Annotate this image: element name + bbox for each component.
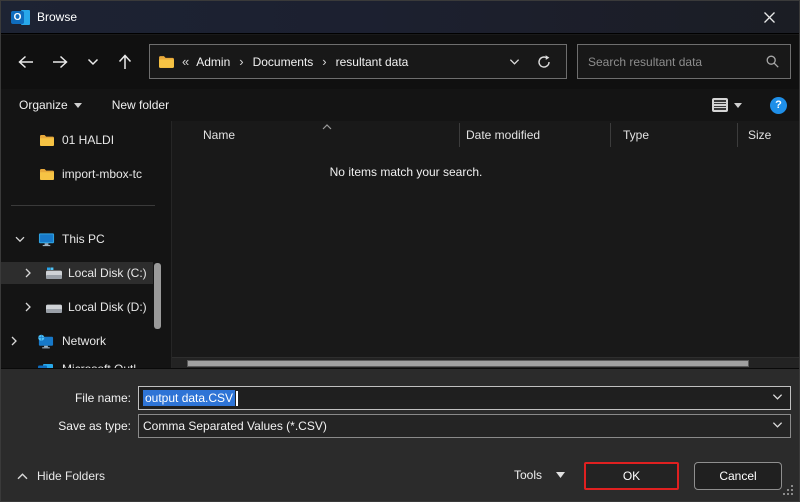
dropdown-triangle-icon <box>74 103 82 108</box>
chevron-right-icon[interactable] <box>11 336 17 346</box>
title-bar: O Browse <box>1 1 800 34</box>
chevron-down-icon[interactable] <box>15 236 25 243</box>
window-title: Browse <box>37 10 77 24</box>
column-separator[interactable] <box>459 123 460 147</box>
breadcrumb-item-admin[interactable]: Admin <box>196 55 230 69</box>
close-button[interactable] <box>746 1 792 34</box>
sidebar-item-this-pc[interactable]: This PC <box>1 228 153 250</box>
bottom-panel: File name: output data.CSV Save as type:… <box>1 368 800 502</box>
help-icon[interactable]: ? <box>770 97 787 114</box>
search-box[interactable] <box>577 44 791 79</box>
sidebar-item-01-haldi[interactable]: 01 HALDI <box>1 129 153 151</box>
sidebar-scrollbar[interactable] <box>154 263 161 329</box>
hide-folders-label: Hide Folders <box>37 469 105 483</box>
tools-dropdown[interactable]: Tools <box>514 464 565 486</box>
sidebar-divider <box>11 205 155 206</box>
disk-drive-icon <box>45 301 63 314</box>
computer-icon <box>38 232 55 247</box>
empty-list-message: No items match your search. <box>172 165 640 179</box>
sidebar-item-local-disk-d[interactable]: Local Disk (D:) <box>1 296 153 318</box>
close-icon <box>763 11 776 24</box>
forward-button[interactable] <box>46 48 74 76</box>
ok-button[interactable]: OK <box>584 462 679 490</box>
file-name-label: File name: <box>1 391 131 405</box>
breadcrumb-item-documents[interactable]: Documents <box>253 55 314 69</box>
sidebar-item-local-disk-c[interactable]: Local Disk (C:) <box>1 262 153 284</box>
sidebar-item-import-mbox[interactable]: import-mbox-tc <box>1 163 153 185</box>
file-name-input[interactable]: output data.CSV <box>138 386 791 410</box>
column-separator[interactable] <box>737 123 738 147</box>
chevron-right-icon: › <box>239 54 243 69</box>
navigation-pane: 01 HALDI import-mbox-tc <box>1 121 171 368</box>
chevron-right-icon[interactable] <box>25 302 31 312</box>
back-button[interactable] <box>12 48 40 76</box>
file-list: Name Date modified Type Size No items ma… <box>172 121 800 368</box>
breadcrumb-overflow-chevron[interactable]: « <box>182 54 189 69</box>
chevron-down-icon <box>87 58 99 66</box>
chevron-up-icon <box>17 473 28 480</box>
outlook-app-icon: O <box>11 8 30 27</box>
folder-icon <box>39 134 55 147</box>
refresh-icon[interactable] <box>536 54 552 70</box>
chevron-down-icon[interactable] <box>772 393 783 401</box>
column-header-name[interactable]: Name <box>203 121 235 148</box>
sidebar-item-microsoft-outlook[interactable]: Microsoft Outl <box>1 358 153 368</box>
search-icon[interactable] <box>765 54 780 69</box>
column-header-type[interactable]: Type <box>623 121 649 148</box>
text-caret <box>236 391 238 406</box>
view-dropdown-triangle-icon[interactable] <box>734 103 742 108</box>
chevron-down-icon[interactable] <box>772 421 783 429</box>
hide-folders-button[interactable]: Hide Folders <box>17 469 105 483</box>
new-folder-label: New folder <box>112 98 169 112</box>
save-as-type-select[interactable]: Comma Separated Values (*.CSV) <box>138 414 791 438</box>
new-folder-button[interactable]: New folder <box>112 98 169 112</box>
sort-ascending-caret-icon <box>322 124 332 130</box>
organize-button[interactable]: Organize <box>19 98 82 112</box>
up-button[interactable] <box>111 48 139 76</box>
folder-icon <box>158 55 175 69</box>
dropdown-triangle-icon <box>556 472 565 478</box>
organize-label: Organize <box>19 98 68 112</box>
folder-icon <box>39 168 55 181</box>
forward-arrow-icon <box>51 54 69 70</box>
column-separator[interactable] <box>610 123 611 147</box>
column-header-date-modified[interactable]: Date modified <box>466 121 540 148</box>
cancel-button[interactable]: Cancel <box>694 462 782 490</box>
browse-dialog-window: O Browse <box>0 0 800 502</box>
column-header-size[interactable]: Size <box>748 121 771 148</box>
command-bar: Organize New folder ? <box>1 89 800 121</box>
horizontal-scrollbar[interactable] <box>172 357 800 368</box>
network-icon <box>37 334 54 349</box>
file-name-value-selected: output data.CSV <box>143 390 235 406</box>
tools-label: Tools <box>514 468 542 482</box>
breadcrumb-item-resultant-data[interactable]: resultant data <box>336 55 409 69</box>
view-mode-button[interactable] <box>712 98 728 112</box>
search-input[interactable] <box>588 55 765 69</box>
resize-grip[interactable] <box>781 484 794 497</box>
chevron-right-icon[interactable] <box>25 268 31 278</box>
back-arrow-icon <box>17 54 35 70</box>
sidebar-item-network[interactable]: Network <box>1 330 153 352</box>
disk-drive-windows-icon <box>45 267 63 280</box>
save-as-type-label: Save as type: <box>1 419 131 433</box>
address-bar[interactable]: « Admin › Documents › resultant data <box>149 44 567 79</box>
dialog-body: 01 HALDI import-mbox-tc <box>1 121 800 368</box>
address-dropdown-chevron-icon[interactable] <box>509 58 520 66</box>
recent-locations-button[interactable] <box>79 48 107 76</box>
save-as-type-value: Comma Separated Values (*.CSV) <box>143 419 327 433</box>
up-arrow-icon <box>117 54 133 71</box>
navigation-toolbar: « Admin › Documents › resultant data <box>1 35 800 89</box>
chevron-right-icon: › <box>322 54 326 69</box>
horizontal-scrollbar-thumb[interactable] <box>187 360 749 367</box>
